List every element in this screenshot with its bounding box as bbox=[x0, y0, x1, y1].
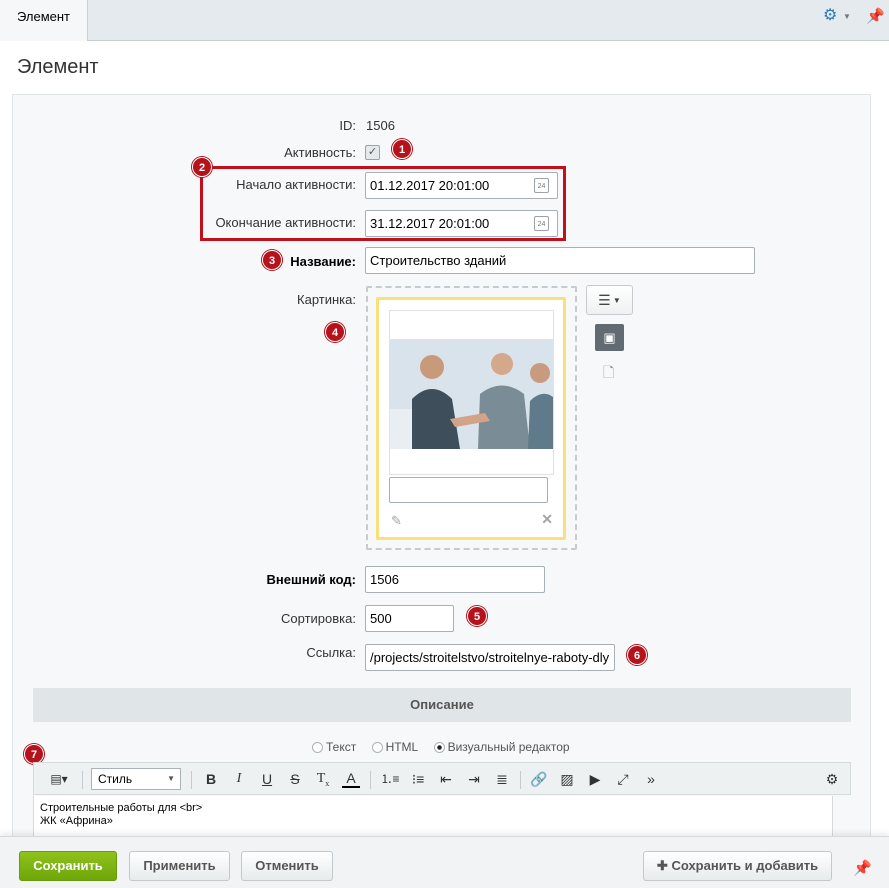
separator bbox=[191, 771, 192, 789]
mode-html-label: HTML bbox=[385, 740, 419, 754]
name-input[interactable]: Строительство зданий bbox=[365, 247, 755, 274]
separator bbox=[370, 771, 371, 789]
save-and-add-label: Сохранить и добавить bbox=[671, 858, 819, 873]
calendar-icon[interactable]: 24 bbox=[534, 178, 549, 193]
bold-icon[interactable]: B bbox=[202, 768, 220, 790]
fullscreen-icon[interactable]: ⤢ bbox=[613, 768, 633, 790]
calendar-icon[interactable]: 24 bbox=[534, 216, 549, 231]
photo-business-handshake bbox=[390, 339, 553, 449]
file-icon[interactable]: 🗋 bbox=[603, 362, 614, 386]
active-checkbox[interactable]: ✓ bbox=[365, 145, 380, 160]
indent-icon[interactable]: ⇥ bbox=[464, 768, 484, 790]
id-value: 1506 bbox=[366, 118, 395, 133]
badge-6: 6 bbox=[627, 645, 647, 665]
radio-icon bbox=[371, 742, 383, 753]
badge-5: 5 bbox=[467, 606, 487, 626]
style-select[interactable]: Стиль ▼ bbox=[91, 768, 181, 790]
pencil-icon[interactable]: ✎ bbox=[391, 513, 402, 529]
source-mode-icon[interactable]: ▤▾ bbox=[44, 768, 74, 790]
sort-label: Сортировка: bbox=[281, 611, 356, 626]
start-date-value: 01.12.2017 20:01:00 bbox=[370, 178, 490, 193]
insert-image-icon[interactable]: ▨ bbox=[557, 768, 577, 790]
save-button[interactable]: Сохранить bbox=[19, 851, 117, 881]
ordered-list-icon[interactable]: ⒈≡ bbox=[380, 768, 400, 790]
end-date-input[interactable]: 31.12.2017 20:01:00 24 bbox=[365, 210, 558, 237]
start-label: Начало активности: bbox=[236, 177, 356, 192]
save-and-add-button[interactable]: ✚ Сохранить и добавить bbox=[643, 851, 832, 881]
radio-icon bbox=[312, 742, 323, 753]
chevron-down-icon: ▼ bbox=[167, 774, 175, 783]
pin-icon[interactable]: 📌 bbox=[866, 7, 885, 25]
separator bbox=[82, 771, 83, 789]
mode-html[interactable]: HTML bbox=[371, 740, 419, 754]
tab-bar: Элемент ⚙ ▼ 📌 bbox=[0, 0, 889, 41]
separator bbox=[520, 771, 521, 789]
image-card[interactable]: ✎ ✕ bbox=[376, 297, 566, 540]
cancel-button[interactable]: Отменить bbox=[241, 851, 333, 881]
more-icon[interactable]: » bbox=[641, 768, 661, 790]
settings-icon[interactable]: ⚙ bbox=[822, 768, 842, 790]
image-description-input[interactable] bbox=[389, 477, 548, 503]
end-date-value: 31.12.2017 20:01:00 bbox=[370, 216, 490, 231]
page-title: Элемент bbox=[17, 56, 99, 78]
pin-icon[interactable]: 📌 bbox=[853, 859, 872, 877]
sort-input[interactable]: 500 bbox=[365, 605, 454, 632]
editor-line: ЖК «Африна» bbox=[40, 815, 113, 827]
editor-toolbar: ▤▾ Стиль ▼ B I U S Tx A ⒈≡ ⁝≡ ⇤ ⇥ ≣ 🔗 ▨ ▶… bbox=[33, 762, 851, 795]
radio-selected-icon bbox=[433, 742, 445, 753]
tab-element[interactable]: Элемент bbox=[0, 0, 88, 41]
outdent-icon[interactable]: ⇤ bbox=[436, 768, 456, 790]
delete-icon[interactable]: ✕ bbox=[541, 511, 553, 528]
footer-bar: Сохранить Применить Отменить ✚ Сохранить… bbox=[0, 836, 889, 888]
mode-text-label: Текст bbox=[326, 740, 357, 754]
badge-7: 7 bbox=[24, 744, 44, 764]
menu-icon: ☰ bbox=[598, 292, 611, 308]
chevron-down-icon[interactable]: ▼ bbox=[843, 12, 851, 21]
external-code-input[interactable]: 1506 bbox=[365, 566, 545, 593]
image-menu-button[interactable]: ☰ ▼ bbox=[586, 285, 633, 315]
video-icon[interactable]: ▶ bbox=[585, 768, 605, 790]
italic-icon[interactable]: I bbox=[230, 768, 248, 790]
font-color-icon[interactable]: A bbox=[342, 768, 360, 788]
editor-line: Строительные работы для <br> bbox=[40, 802, 203, 814]
chevron-down-icon: ▼ bbox=[610, 296, 621, 305]
gear-icon[interactable]: ⚙ bbox=[823, 8, 839, 24]
image-icon[interactable]: ▣ bbox=[595, 324, 624, 351]
badge-1: 1 bbox=[392, 139, 412, 159]
link-input[interactable]: /projects/stroitelstvo/stroitelnye-rabot… bbox=[365, 644, 615, 671]
plus-icon: ✚ bbox=[656, 858, 672, 873]
start-date-input[interactable]: 01.12.2017 20:01:00 24 bbox=[365, 172, 558, 199]
mode-visual[interactable]: Визуальный редактор bbox=[433, 740, 570, 754]
apply-button[interactable]: Применить bbox=[129, 851, 230, 881]
id-label: ID: bbox=[339, 118, 356, 133]
badge-4: 4 bbox=[325, 322, 345, 342]
active-label: Активность: bbox=[284, 145, 356, 160]
strikethrough-icon[interactable]: S bbox=[286, 768, 304, 790]
underline-icon[interactable]: U bbox=[258, 768, 276, 790]
clear-format-icon[interactable]: Tx bbox=[314, 768, 332, 790]
name-label: Название: bbox=[290, 254, 356, 269]
end-label: Окончание активности: bbox=[215, 215, 356, 230]
editor-mode-radios: Текст HTML Визуальный редактор bbox=[312, 740, 582, 754]
unordered-list-icon[interactable]: ⁝≡ bbox=[408, 768, 428, 790]
badge-2: 2 bbox=[192, 157, 212, 177]
mode-text[interactable]: Текст bbox=[312, 740, 356, 754]
description-section-header: Описание bbox=[33, 688, 851, 722]
align-icon[interactable]: ≣ bbox=[492, 768, 512, 790]
style-select-value: Стиль bbox=[98, 772, 133, 786]
image-preview bbox=[389, 310, 554, 475]
external-code-label: Внешний код: bbox=[266, 572, 356, 587]
link-label: Ссылка: bbox=[306, 645, 356, 660]
link-icon[interactable]: 🔗 bbox=[529, 768, 549, 790]
picture-label: Картинка: bbox=[297, 292, 356, 307]
mode-visual-label: Визуальный редактор bbox=[447, 740, 570, 754]
